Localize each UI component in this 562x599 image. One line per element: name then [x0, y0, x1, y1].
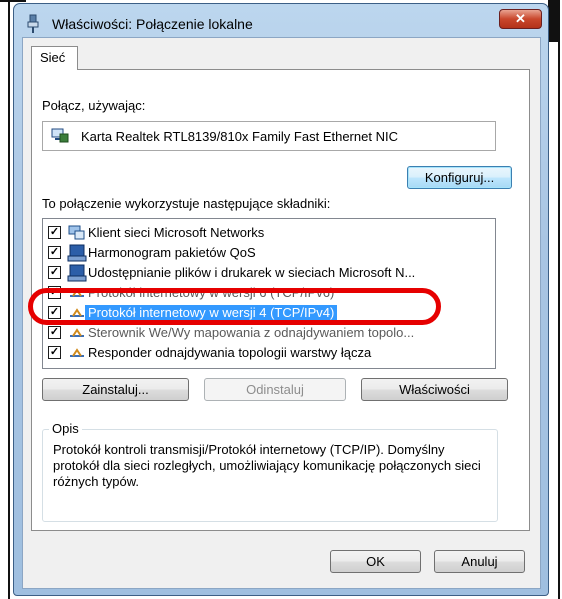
adapter-field: Karta Realtek RTL8139/810x Family Fast E… — [42, 121, 496, 151]
configure-button[interactable]: Konfiguruj... — [407, 166, 512, 189]
components-list[interactable]: ✓ Klient sieci Microsoft Networks ✓ Harm… — [42, 218, 496, 369]
protocol-icon — [70, 348, 84, 357]
install-button[interactable]: Zainstaluj... — [42, 378, 189, 401]
component-checkbox[interactable]: ✓ — [48, 246, 61, 259]
description-group: Opis Protokół kontroli transmisji/Protok… — [42, 421, 498, 522]
network-connection-icon — [27, 14, 39, 33]
properties-button[interactable]: Właściwości — [361, 378, 508, 401]
protocol-icon — [70, 328, 84, 337]
component-checkbox[interactable]: ✓ — [48, 306, 61, 319]
component-label: Sterownik We/Wy mapowania z odnajdywanie… — [88, 325, 415, 340]
description-title: Opis — [49, 421, 82, 436]
uninstall-button-label: Odinstaluj — [246, 382, 304, 397]
properties-button-label: Właściwości — [399, 382, 470, 397]
list-item[interactable]: ✓ Udostępnianie plików i drukarek w siec… — [43, 263, 495, 283]
install-button-label: Zainstaluj... — [82, 382, 149, 397]
list-item[interactable]: ✓ Sterownik We/Wy mapowania z odnajdywan… — [43, 323, 495, 343]
component-checkbox[interactable]: ✓ — [48, 266, 61, 279]
network-adapter-icon — [51, 128, 69, 143]
list-item[interactable]: ✓ Protokół internetowy w wersji 4 (TCP/I… — [43, 303, 495, 323]
component-label: Udostępnianie plików i drukarek w siecia… — [88, 265, 416, 280]
description-text: Protokół kontroli transmisji/Protokół in… — [53, 442, 481, 489]
component-checkbox[interactable]: ✓ — [48, 286, 61, 299]
list-item[interactable]: ✓ Klient sieci Microsoft Networks — [43, 223, 495, 243]
window-title: Właściwości: Połączenie lokalne — [52, 16, 253, 32]
frame-edge-left — [8, 0, 10, 599]
component-label: Protokół internetowy w wersji 6 (TCP/IPv… — [88, 285, 335, 300]
properties-dialog: Właściwości: Połączenie lokalne ✕ Sieć P… — [13, 3, 549, 596]
component-label: Responder odnajdywania topologii warstwy… — [88, 345, 372, 360]
connect-using-label: Połącz, używając: — [42, 98, 146, 113]
frame-edge-top — [0, 0, 26, 2]
list-item[interactable]: ✓ Responder odnajdywania topologii warst… — [43, 343, 495, 363]
component-label: Harmonogram pakietów QoS — [88, 245, 256, 260]
component-checkbox[interactable]: ✓ — [48, 226, 61, 239]
ok-button[interactable]: OK — [330, 550, 421, 573]
protocol-icon — [70, 288, 84, 297]
cancel-button[interactable]: Anuluj — [434, 550, 525, 573]
frame-edge-corner — [548, 0, 560, 42]
close-icon: ✕ — [515, 11, 526, 26]
component-checkbox[interactable]: ✓ — [48, 346, 61, 359]
adapter-name: Karta Realtek RTL8139/810x Family Fast E… — [81, 129, 398, 144]
ok-button-label: OK — [366, 554, 385, 569]
configure-button-label: Konfiguruj... — [424, 170, 495, 185]
list-item[interactable]: ✓ Protokół internetowy w wersji 6 (TCP/I… — [43, 283, 495, 303]
list-item[interactable]: ✓ Harmonogram pakietów QoS — [43, 243, 495, 263]
close-button[interactable]: ✕ — [499, 9, 542, 29]
uninstall-button[interactable]: Odinstaluj — [204, 378, 346, 401]
component-label: Klient sieci Microsoft Networks — [88, 225, 265, 240]
protocol-icon — [70, 308, 84, 317]
cancel-button-label: Anuluj — [461, 554, 498, 569]
tab-network[interactable]: Sieć — [31, 46, 78, 70]
components-label: To połączenie wykorzystuje następujące s… — [42, 196, 331, 211]
service-icon — [67, 264, 87, 282]
component-checkbox[interactable]: ✓ — [48, 326, 61, 339]
dialog-client-area: Sieć Połącz, używając: Karta Realtek RTL… — [22, 37, 541, 589]
frame-edge-right — [558, 0, 560, 599]
component-label: Protokół internetowy w wersji 4 (TCP/IPv… — [85, 305, 338, 320]
network-client-icon — [68, 225, 85, 240]
service-icon — [67, 244, 87, 262]
